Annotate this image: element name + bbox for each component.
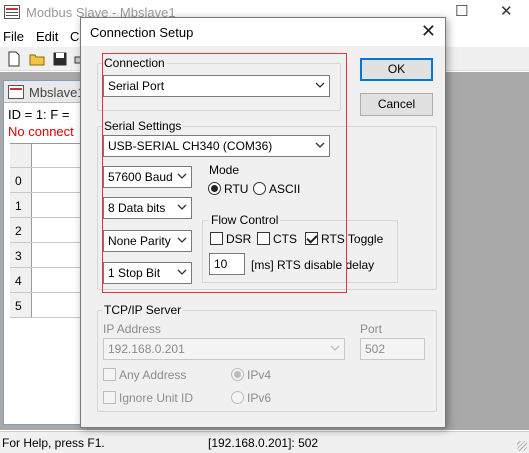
chevron-down-icon: [177, 269, 187, 275]
register-grid: 0 1 2 3 4 5: [10, 143, 90, 423]
rts-delay-label: [ms] RTS disable delay: [251, 258, 375, 272]
parity-select[interactable]: None Parity: [103, 230, 192, 252]
maximize-icon[interactable]: ☐: [455, 3, 468, 21]
any-address-label: Any Address: [119, 368, 187, 382]
table-row[interactable]: 5: [10, 293, 90, 318]
chevron-down-icon: [315, 142, 325, 148]
stop-bits-select[interactable]: 1 Stop Bit: [103, 262, 192, 284]
child-title-bar: Mbslave1: [4, 81, 92, 103]
connection-status: No connect: [8, 124, 74, 139]
ignore-unit-id-checkbox[interactable]: [103, 391, 116, 404]
status-help-text: For Help, press F1.: [2, 436, 105, 450]
port-input[interactable]: 502: [360, 338, 425, 360]
resize-grip-icon[interactable]: [517, 441, 527, 451]
document-icon: [8, 85, 24, 99]
ipv6-radio[interactable]: [231, 391, 244, 404]
menu-edit[interactable]: Edit: [36, 29, 58, 44]
ok-button[interactable]: OK: [360, 58, 433, 81]
table-row[interactable]: 1: [10, 193, 90, 218]
open-folder-icon[interactable]: [29, 51, 45, 67]
flow-control-label: Flow Control: [209, 213, 281, 227]
chevron-down-icon: [177, 173, 187, 179]
connection-setup-dialog: Connection Setup ✕ Connection Serial Por…: [80, 17, 446, 428]
dialog-title-bar: Connection Setup ✕: [81, 18, 445, 46]
chevron-down-icon: [315, 82, 325, 88]
chevron-down-icon: [177, 204, 187, 210]
cts-label: CTS: [273, 232, 297, 246]
table-row[interactable]: 0: [10, 168, 90, 193]
dsr-checkbox[interactable]: [210, 232, 223, 245]
rts-toggle-label: RTS Toggle: [321, 232, 384, 246]
dsr-label: DSR: [226, 232, 252, 246]
serial-settings-legend: Serial Settings: [104, 119, 182, 133]
tcp-ip-legend: TCP/IP Server: [104, 303, 182, 317]
grid-header-row: [10, 144, 90, 168]
serial-port-select[interactable]: USB-SERIAL CH340 (COM36): [103, 135, 330, 157]
ipv4-radio[interactable]: [231, 368, 244, 381]
data-bits-select[interactable]: 8 Data bits: [103, 197, 192, 219]
connection-legend: Connection: [104, 56, 165, 70]
new-file-icon[interactable]: [6, 51, 22, 67]
close-main-icon[interactable]: ✕: [500, 3, 513, 21]
status-bar: For Help, press F1. [192.168.0.201]: 502: [0, 431, 529, 453]
status-address: [192.168.0.201]: 502: [208, 436, 319, 450]
baud-rate-select[interactable]: 57600 Baud: [103, 166, 192, 188]
connection-select[interactable]: Serial Port: [103, 75, 330, 97]
table-row[interactable]: 3: [10, 243, 90, 268]
ipv4-label: IPv4: [247, 368, 272, 382]
menu-file[interactable]: File: [3, 29, 24, 44]
child-window-title: Mbslave1: [29, 85, 85, 100]
rts-delay-input[interactable]: 10: [209, 253, 245, 275]
port-label: Port: [360, 322, 383, 336]
dialog-title: Connection Setup: [90, 25, 194, 40]
table-row[interactable]: 4: [10, 268, 90, 293]
modbus-app-icon: [4, 5, 20, 19]
ipv6-label: IPv6: [247, 391, 272, 405]
cancel-button[interactable]: Cancel: [360, 93, 433, 116]
menu-connection[interactable]: C: [70, 29, 79, 44]
ascii-label: ASCII: [269, 182, 301, 196]
ip-address-label: IP Address: [103, 322, 161, 336]
chevron-down-icon: [177, 237, 187, 243]
ip-address-select[interactable]: 192.168.0.201: [103, 338, 345, 360]
cts-checkbox[interactable]: [257, 232, 270, 245]
rtu-radio[interactable]: [208, 182, 221, 195]
rts-toggle-checkbox[interactable]: [305, 232, 318, 245]
ignore-unit-id-label: Ignore Unit ID: [119, 391, 194, 405]
any-address-checkbox[interactable]: [103, 368, 116, 381]
rtu-label: RTU: [224, 182, 249, 196]
slave-id-info: ID = 1: F =: [8, 107, 70, 122]
table-row[interactable]: 2: [10, 218, 90, 243]
mode-label: Mode: [209, 163, 240, 177]
close-icon[interactable]: ✕: [421, 21, 436, 41]
save-icon[interactable]: [52, 51, 68, 67]
ascii-radio[interactable]: [253, 182, 266, 195]
chevron-down-icon: [330, 345, 340, 351]
